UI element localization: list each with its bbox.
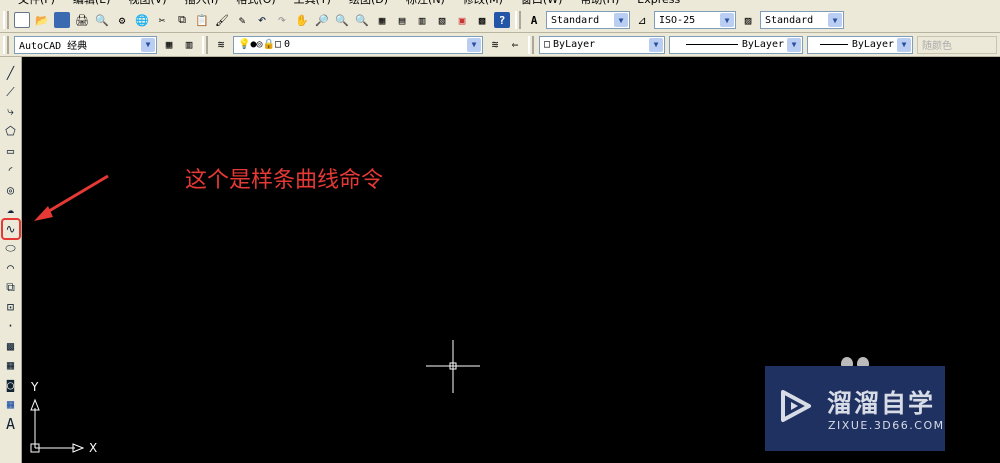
watermark-name: 溜溜自学	[827, 389, 936, 418]
ucs-x-label: X	[89, 441, 98, 455]
watermark-url: ZIXUE.3D66.COM	[828, 419, 945, 432]
ucs-y-label: Y	[31, 380, 39, 394]
watermark: 溜溜自学 ZIXUE.3D66.COM	[765, 366, 945, 451]
crosshair-cursor	[426, 340, 480, 393]
play-logo-icon	[781, 390, 811, 422]
ucs-icon	[30, 398, 85, 453]
arrow-annotation	[34, 174, 109, 221]
